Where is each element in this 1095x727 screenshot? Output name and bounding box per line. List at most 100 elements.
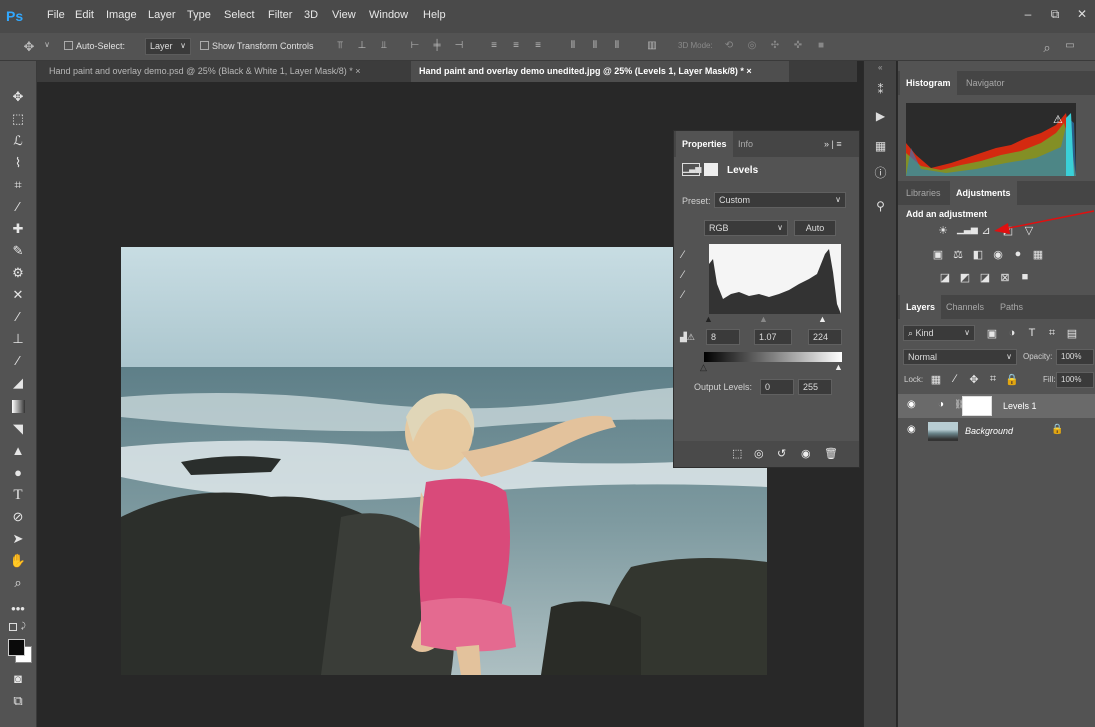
- close-window-button[interactable]: ✕: [1069, 0, 1095, 30]
- invert-icon[interactable]: ◪: [938, 271, 952, 284]
- posterize-icon[interactable]: ◩: [958, 271, 972, 284]
- actions-panel-icon[interactable]: ▶: [872, 109, 889, 126]
- history-brush-tool-icon[interactable]: ✕: [7, 285, 29, 305]
- gray-eyedropper-icon[interactable]: ⁄: [682, 269, 684, 281]
- gradient-map-icon[interactable]: ■: [1018, 271, 1032, 283]
- brush-tool-icon[interactable]: ✎: [7, 241, 29, 261]
- clip-to-layer-icon[interactable]: ⬚: [732, 447, 742, 460]
- warning-icon[interactable]: ⚠: [1053, 113, 1063, 126]
- align-right-icon[interactable]: ⊣: [452, 40, 466, 52]
- filter-adjustment-icon[interactable]: ◑: [1005, 327, 1019, 339]
- 3d-slide-icon[interactable]: ✜: [791, 40, 805, 52]
- screen-mode-icon[interactable]: ⧉: [7, 691, 29, 711]
- lock-position-icon[interactable]: ✥: [967, 373, 981, 386]
- channel-dropdown[interactable]: RGB ∨: [704, 220, 788, 236]
- stamp-tool-icon[interactable]: ⊥: [7, 329, 29, 349]
- move-tool-icon[interactable]: ✥: [22, 39, 36, 54]
- input-black-field[interactable]: 8: [706, 329, 740, 345]
- type-tool-icon[interactable]: T: [7, 485, 29, 505]
- marquee-tool-icon[interactable]: ⬚: [7, 109, 29, 129]
- distribute-right-icon[interactable]: ⦀: [610, 40, 624, 52]
- quick-select-tool-icon[interactable]: ⌇: [7, 153, 29, 173]
- fill-field[interactable]: 100%: [1056, 372, 1094, 388]
- align-hcenter-icon[interactable]: ╪: [430, 40, 444, 52]
- search-icon[interactable]: ⌕: [1040, 40, 1054, 55]
- collapse-icon[interactable]: «: [878, 63, 882, 72]
- layer-name[interactable]: Background: [965, 426, 1013, 436]
- distribute-top-icon[interactable]: ≡: [487, 40, 501, 52]
- blend-mode-dropdown[interactable]: Normal ∨: [903, 349, 1017, 365]
- lock-artboard-icon[interactable]: ⌗: [986, 373, 1000, 385]
- black-white-icon[interactable]: ◧: [971, 248, 985, 261]
- menu-image[interactable]: Image: [106, 9, 137, 21]
- visibility-eye-icon[interactable]: ◉: [907, 424, 916, 435]
- default-colors-icon[interactable]: [9, 623, 17, 631]
- more-tools-icon[interactable]: •••: [7, 599, 29, 619]
- filter-smart-icon[interactable]: ▤: [1065, 327, 1079, 340]
- tab-navigator[interactable]: Navigator: [960, 71, 1011, 95]
- output-white-slider[interactable]: ▲: [834, 362, 843, 372]
- eraser-tool-icon[interactable]: ◢: [7, 373, 29, 393]
- tab-paths[interactable]: Paths: [994, 295, 1029, 319]
- 3d-roll-icon[interactable]: ◎: [745, 40, 759, 52]
- align-bottom-icon[interactable]: ⫫: [377, 40, 391, 52]
- menu-window[interactable]: Window: [369, 9, 408, 21]
- reset-icon[interactable]: ↺: [777, 447, 786, 460]
- output-black-slider[interactable]: △: [700, 362, 707, 373]
- tab-document-psd[interactable]: Hand paint and overlay demo.psd @ 25% (B…: [41, 61, 411, 82]
- filter-pixel-icon[interactable]: ▣: [985, 327, 999, 340]
- tab-document-jpg[interactable]: Hand paint and overlay demo unedited.jpg…: [411, 61, 789, 82]
- black-point-slider[interactable]: ▲: [704, 314, 713, 324]
- trash-icon[interactable]: 🗑: [824, 447, 838, 460]
- pen-tool-icon[interactable]: ⊘: [7, 507, 29, 527]
- layer-name[interactable]: Levels 1: [1003, 401, 1037, 411]
- 3d-orbit-icon[interactable]: ⟲: [722, 40, 736, 52]
- restore-button[interactable]: ⧉: [1042, 0, 1068, 30]
- tab-properties[interactable]: Properties: [676, 131, 733, 157]
- layer-row-levels[interactable]: ◉ ◑ ⛓ Levels 1: [898, 394, 1095, 418]
- document-image[interactable]: [121, 247, 767, 675]
- menu-edit[interactable]: Edit: [75, 9, 94, 21]
- view-previous-icon[interactable]: ◎: [754, 447, 764, 460]
- chevron-down-icon[interactable]: ∨: [40, 40, 54, 52]
- output-black-field[interactable]: 0: [760, 379, 794, 395]
- auto-select-dropdown[interactable]: Layer ∨: [145, 38, 191, 55]
- gradient-tool-icon[interactable]: [7, 397, 29, 417]
- distribute-left-icon[interactable]: ⦀: [566, 40, 580, 52]
- visibility-eye-icon[interactable]: ◉: [801, 447, 811, 460]
- lock-transparency-icon[interactable]: ▦: [929, 373, 943, 386]
- filter-shape-icon[interactable]: ⌗: [1045, 327, 1059, 339]
- selective-color-icon[interactable]: ⊠: [998, 271, 1012, 284]
- align-vcenter-icon[interactable]: ⊥: [355, 40, 369, 52]
- zoom-tool-icon[interactable]: ⌕: [7, 573, 29, 593]
- menu-layer[interactable]: Layer: [148, 9, 176, 21]
- minimize-button[interactable]: –: [1015, 0, 1041, 30]
- healing-brush-tool-icon[interactable]: ✚: [7, 219, 29, 239]
- panel-collapse-icon[interactable]: » | ≡: [824, 139, 842, 149]
- menu-type[interactable]: Type: [187, 9, 211, 21]
- history-panel-icon[interactable]: ⁑: [872, 83, 889, 100]
- lasso-tool-icon[interactable]: ℒ: [7, 131, 29, 151]
- brightness-contrast-icon[interactable]: ☀: [936, 224, 950, 237]
- hand-tool-icon[interactable]: ✋: [7, 551, 29, 571]
- filter-type-icon[interactable]: T: [1025, 327, 1039, 339]
- white-eyedropper-icon[interactable]: ⁄: [682, 289, 684, 301]
- crop-tool-icon[interactable]: ⌗: [7, 175, 29, 195]
- tab-libraries[interactable]: Libraries: [900, 181, 947, 205]
- swap-colors-icon[interactable]: ⤸: [21, 621, 31, 631]
- burn-tool-icon[interactable]: ●: [7, 463, 29, 483]
- input-white-field[interactable]: 224: [808, 329, 842, 345]
- white-point-slider[interactable]: ▲: [818, 314, 827, 324]
- lock-pixels-icon[interactable]: ∕: [948, 373, 962, 385]
- show-transform-checkbox[interactable]: Show Transform Controls: [200, 41, 314, 51]
- align-left-icon[interactable]: ⊢: [408, 40, 422, 52]
- 3d-scale-icon[interactable]: ■: [814, 40, 828, 52]
- hue-saturation-icon[interactable]: ▣: [931, 248, 945, 261]
- workspace-icon[interactable]: ▭: [1063, 40, 1077, 52]
- blur-tool-icon[interactable]: ◥: [7, 419, 29, 439]
- preset-dropdown[interactable]: Custom ∨: [714, 192, 846, 208]
- layer-row-background[interactable]: ◉ Background 🔒: [898, 419, 1095, 443]
- foreground-color-swatch[interactable]: [8, 639, 25, 656]
- auto-select-checkbox[interactable]: Auto-Select:: [64, 41, 125, 51]
- black-eyedropper-icon[interactable]: ⁄: [682, 249, 684, 261]
